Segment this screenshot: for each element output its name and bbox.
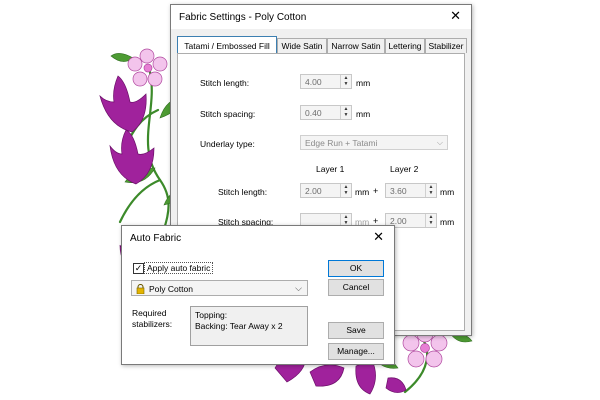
tab-lettering[interactable]: Lettering — [385, 38, 425, 53]
spinner-arrows: ▲ ▼ — [340, 106, 351, 119]
stitch-spacing-spinner[interactable]: 0.40 ▲ ▼ — [300, 105, 352, 120]
stitch-spacing-label: Stitch spacing: — [200, 109, 256, 119]
stitch-length-value: 4.00 — [305, 77, 322, 87]
tab-stabilizer[interactable]: Stabilizer — [425, 38, 467, 53]
close-icon[interactable]: ✕ — [373, 230, 384, 244]
plus-sign: + — [373, 186, 379, 196]
checkmark-icon: ✓ — [134, 263, 143, 273]
required-stabilizers-label-line1: Required — [132, 308, 167, 318]
spin-down-icon[interactable]: ▼ — [341, 112, 351, 118]
spin-down-icon[interactable]: ▼ — [426, 220, 436, 226]
layer2-header: Layer 2 — [390, 164, 419, 174]
layer1-header: Layer 1 — [316, 164, 345, 174]
spinner-arrows: ▲ ▼ — [340, 184, 351, 197]
close-icon[interactable]: ✕ — [450, 9, 461, 23]
layer2-stitch-spacing-unit: mm — [440, 217, 455, 227]
layer2-stitch-length-spinner[interactable]: 3.60 ▲ ▼ — [385, 183, 437, 198]
layer2-stitch-length-value: 3.60 — [390, 186, 407, 196]
layer1-stitch-length-value: 2.00 — [305, 186, 322, 196]
spin-down-icon[interactable]: ▼ — [426, 190, 436, 196]
fabric-select-value: Poly Cotton — [149, 284, 193, 294]
stitch-length-label: Stitch length: — [200, 78, 250, 88]
fabric-settings-title: Fabric Settings - Poly Cotton — [179, 12, 307, 23]
spinner-arrows: ▲ ▼ — [425, 214, 436, 227]
required-stabilizers-list: Topping: Backing: Tear Away x 2 — [190, 306, 308, 346]
spin-down-icon[interactable]: ▼ — [341, 190, 351, 196]
chevron-down-icon: ⌵ — [436, 138, 443, 147]
tab-wide-satin[interactable]: Wide Satin — [277, 38, 327, 53]
ok-button[interactable]: OK — [328, 260, 384, 277]
auto-fabric-titlebar[interactable]: Auto Fabric ✕ — [122, 226, 394, 250]
tab-narrow-satin[interactable]: Narrow Satin — [327, 38, 385, 53]
apply-auto-fabric-label[interactable]: Apply auto fabric — [144, 262, 214, 274]
stabilizer-topping: Topping: — [195, 310, 228, 320]
layer1-stitch-length-unit: mm — [355, 187, 370, 197]
auto-fabric-dialog: Auto Fabric ✕ ✓ Apply auto fabric Poly C… — [121, 225, 395, 365]
stitch-spacing-value: 0.40 — [305, 108, 322, 118]
stitch-spacing-unit: mm — [356, 109, 371, 119]
required-stabilizers-label-line2: stabilizers: — [132, 319, 173, 329]
cancel-button[interactable]: Cancel — [328, 279, 384, 296]
spin-down-icon[interactable]: ▼ — [341, 81, 351, 87]
manage-button[interactable]: Manage... — [328, 343, 384, 360]
underlay-type-label: Underlay type: — [200, 139, 255, 149]
stabilizer-backing: Backing: Tear Away x 2 — [195, 321, 283, 331]
tab-tatami-embossed-fill[interactable]: Tatami / Embossed Fill — [177, 36, 277, 54]
apply-auto-fabric-checkbox[interactable]: ✓ — [133, 263, 144, 274]
stitch-length-spinner[interactable]: 4.00 ▲ ▼ — [300, 74, 352, 89]
stitch-length-unit: mm — [356, 78, 371, 88]
underlay-type-value: Edge Run + Tatami — [305, 138, 378, 148]
layer-stitch-length-label: Stitch length: — [218, 187, 268, 197]
chevron-down-icon: ⌵ — [295, 283, 302, 293]
lock-icon — [136, 284, 145, 294]
fabric-settings-titlebar[interactable]: Fabric Settings - Poly Cotton ✕ — [171, 5, 471, 29]
layer1-stitch-length-spinner[interactable]: 2.00 ▲ ▼ — [300, 183, 352, 198]
spinner-arrows: ▲ ▼ — [340, 75, 351, 88]
underlay-type-select[interactable]: Edge Run + Tatami ⌵ — [300, 135, 448, 150]
fabric-select[interactable]: Poly Cotton ⌵ — [131, 280, 308, 296]
spinner-arrows: ▲ ▼ — [425, 184, 436, 197]
layer2-stitch-length-unit: mm — [440, 187, 455, 197]
save-button[interactable]: Save — [328, 322, 384, 339]
auto-fabric-title: Auto Fabric — [130, 233, 182, 244]
